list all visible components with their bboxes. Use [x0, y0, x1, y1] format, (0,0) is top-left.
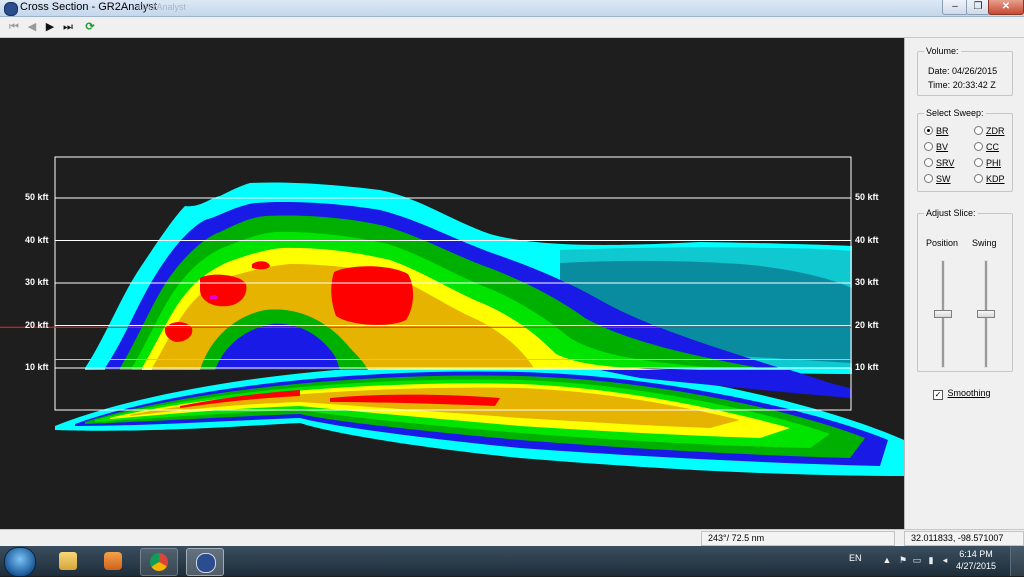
- cross-section-plot[interactable]: 50 kft 50 kft 40 kft 40 kft 30 kft 30 kft 20 k…: [0, 38, 904, 529]
- window-title-ghost: GR2Analyst: [138, 2, 187, 12]
- last-frame-icon[interactable]: ⏭: [60, 19, 76, 35]
- azimuth-range-readout: 243°/ 72.5 nm: [701, 531, 895, 546]
- radio-indicator-icon[interactable]: [924, 174, 933, 183]
- sweep-radio-br[interactable]: BR: [924, 126, 949, 136]
- volume-legend: Volume:: [926, 46, 959, 56]
- sweep-radio-label: KDP: [986, 174, 1005, 184]
- control-panel: Volume: Date: 04/26/2015 Time: 20:33:42 …: [904, 38, 1024, 529]
- first-frame-icon[interactable]: ⏮: [6, 19, 22, 35]
- prev-frame-icon[interactable]: ◀: [24, 19, 40, 35]
- altitude-label-right: 20 kft: [855, 319, 879, 330]
- language-indicator[interactable]: EN: [849, 553, 862, 563]
- lat-lon-readout: 32.011833, -98.571007: [904, 531, 1024, 546]
- sweep-radio-label: SRV: [936, 158, 955, 168]
- taskbar-explorer[interactable]: [50, 548, 86, 574]
- taskbar-media-player[interactable]: [95, 548, 131, 574]
- sweep-radio-cc[interactable]: CC: [974, 142, 999, 152]
- radio-indicator-icon[interactable]: [924, 126, 933, 135]
- radio-indicator-icon[interactable]: [924, 142, 933, 151]
- restore-button[interactable]: ❐: [966, 0, 990, 15]
- altitude-label-left: 50 kft: [25, 192, 49, 202]
- sweep-radio-zdr[interactable]: ZDR: [974, 126, 1005, 136]
- altitude-label-right: 50 kft: [855, 192, 879, 202]
- swing-slider-thumb[interactable]: [977, 310, 995, 318]
- chrome-icon: [150, 553, 168, 571]
- core-red-1: [200, 274, 247, 307]
- sweep-radio-label: ZDR: [986, 126, 1005, 136]
- folder-icon: [59, 552, 77, 570]
- close-button[interactable]: ✕: [988, 0, 1024, 15]
- flag-icon[interactable]: ⚑: [898, 555, 908, 565]
- clock-time: 6:14 PM: [959, 549, 993, 559]
- minimize-button[interactable]: –: [942, 0, 968, 15]
- sweep-group: Select Sweep: BR ZDR BV CC SRV PHI SW KDP: [917, 108, 1013, 192]
- status-bar: 243°/ 72.5 nm 32.011833, -98.571007: [0, 529, 1024, 547]
- smoothing-checkbox[interactable]: ✓ Smoothing: [933, 388, 991, 400]
- altitude-label-left: 20 kft: [25, 319, 49, 330]
- show-desktop-button[interactable]: [1010, 546, 1024, 576]
- network-icon[interactable]: ▮: [926, 555, 936, 565]
- radio-indicator-icon[interactable]: [974, 158, 983, 167]
- volume-time-row: Time: 20:33:42 Z: [928, 80, 996, 90]
- sweep-radio-label: BV: [936, 142, 949, 152]
- time-label: Time:: [928, 80, 951, 90]
- taskbar-clock[interactable]: 6:14 PM 4/27/2015: [956, 548, 996, 572]
- start-button[interactable]: [4, 547, 36, 577]
- date-label: Date:: [928, 66, 950, 76]
- time-value: 20:33:42 Z: [952, 80, 996, 90]
- taskbar-chrome[interactable]: [140, 548, 178, 576]
- gr2analyst-icon: [196, 553, 216, 573]
- sweep-radio-label: SW: [936, 174, 951, 184]
- radio-indicator-icon[interactable]: [974, 142, 983, 151]
- position-label: Position: [926, 238, 959, 248]
- sweep-radio-kdp[interactable]: KDP: [974, 174, 1005, 184]
- radio-indicator-icon[interactable]: [974, 174, 983, 183]
- volume-date-row: Date: 04/26/2015: [928, 66, 997, 76]
- reflectivity-cross-section: [0, 156, 904, 476]
- date-value: 04/26/2015: [952, 66, 998, 76]
- altitude-label-left: 10 kft: [25, 362, 49, 372]
- play-icon[interactable]: ▶: [42, 19, 58, 35]
- slice-legend: Adjust Slice:: [926, 208, 976, 218]
- clock-date: 4/27/2015: [956, 561, 997, 571]
- window-title: Cross Section - GR2Analyst: [20, 1, 157, 13]
- display-icon[interactable]: ▭: [912, 555, 922, 565]
- altitude-label-left: 40 kft: [25, 234, 49, 245]
- smoothing-label: Smoothing: [947, 388, 991, 398]
- radio-indicator-icon[interactable]: [924, 158, 933, 167]
- toolbar: ⏮ ◀ ▶ ⏭ ⟳: [0, 17, 1024, 38]
- altitude-label-left: 30 kft: [25, 277, 49, 287]
- sweep-radio-srv[interactable]: SRV: [924, 158, 954, 168]
- swing-label: Swing: [972, 238, 997, 248]
- core-red-2: [331, 266, 414, 325]
- sweep-radio-label: PHI: [986, 158, 1002, 168]
- altitude-label-right: 40 kft: [855, 234, 879, 245]
- app-icon: [4, 2, 18, 16]
- media-player-icon: [104, 552, 122, 570]
- slice-group: Adjust Slice: Position Swing: [917, 208, 1013, 372]
- smoothing-check-icon[interactable]: ✓: [933, 390, 943, 400]
- sweep-radio-phi[interactable]: PHI: [974, 158, 1001, 168]
- position-slider-thumb[interactable]: [934, 310, 952, 318]
- tray-up-arrow-icon[interactable]: ▲: [882, 555, 892, 565]
- sweep-radio-label: CC: [986, 142, 999, 152]
- title-bar[interactable]: Cross Section - GR2Analyst GR2Analyst – …: [0, 0, 1024, 17]
- radio-indicator-icon[interactable]: [974, 126, 983, 135]
- volume-icon[interactable]: ◂: [940, 555, 950, 565]
- sweep-legend: Select Sweep:: [926, 108, 984, 118]
- sweep-radio-bv[interactable]: BV: [924, 142, 948, 152]
- sweep-radio-sw[interactable]: SW: [924, 174, 951, 184]
- taskbar: EN ▲ ⚑ ▭ ▮ ◂ 6:14 PM 4/27/2015: [0, 546, 1024, 577]
- refresh-icon[interactable]: ⟳: [82, 19, 98, 35]
- taskbar-gr2analyst[interactable]: [186, 548, 224, 576]
- sweep-radio-label: BR: [936, 126, 949, 136]
- altitude-label-right: 30 kft: [855, 277, 879, 287]
- volume-group: Volume: Date: 04/26/2015 Time: 20:33:42 …: [917, 46, 1013, 96]
- altitude-label-right: 10 kft: [855, 362, 879, 372]
